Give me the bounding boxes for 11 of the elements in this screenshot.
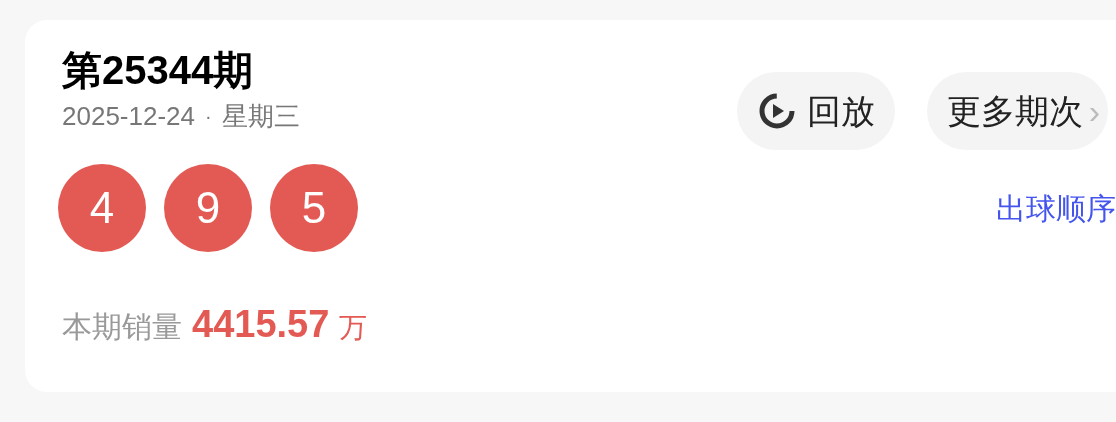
weekday: 星期三	[221, 100, 300, 133]
issue-title: 第25344期	[62, 47, 255, 94]
chevron-icon: ›	[1088, 85, 1100, 137]
separator-dot: ·	[205, 104, 212, 129]
sales-value: 4415.57	[192, 302, 330, 347]
draw-date: 2025-12-24	[62, 100, 195, 133]
draw-order-link[interactable]: 出球顺序	[996, 185, 1116, 231]
replay-button[interactable]: 回放	[736, 72, 895, 150]
sales-unit: 万	[339, 311, 368, 345]
sales-label: 本期销量	[62, 309, 182, 345]
more-issues-button[interactable]: 更多期次 ›	[926, 72, 1108, 150]
